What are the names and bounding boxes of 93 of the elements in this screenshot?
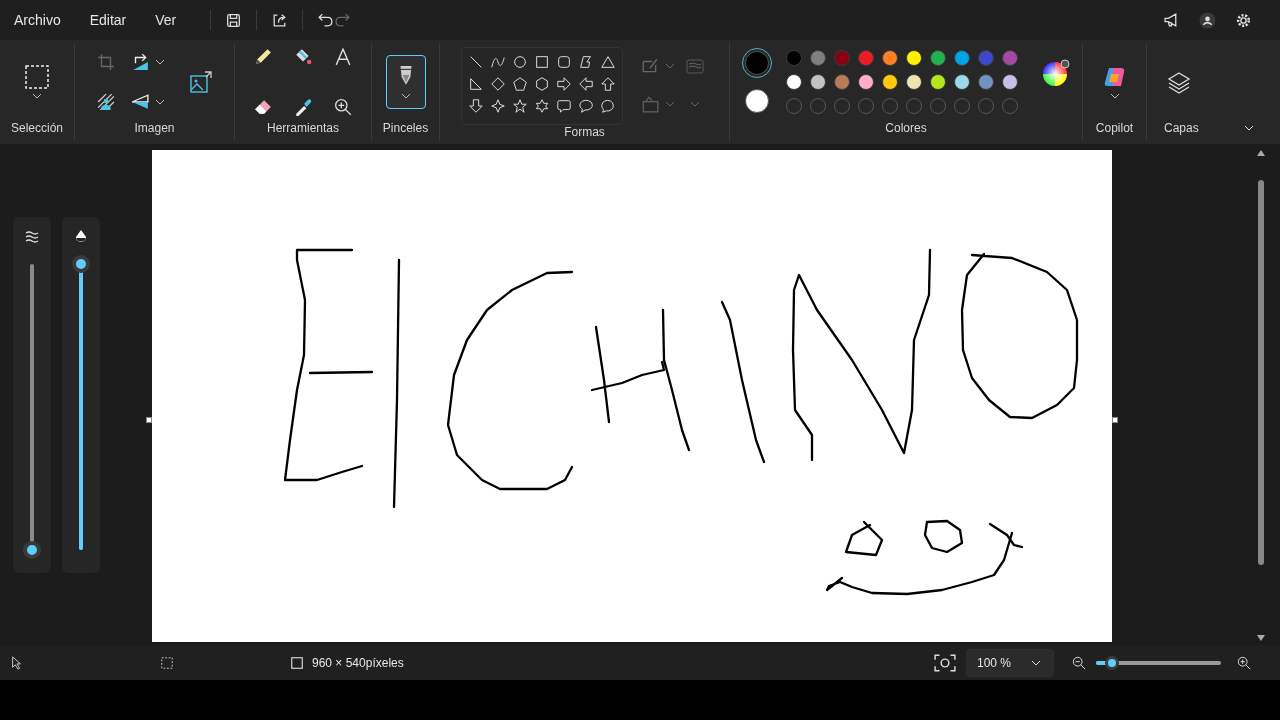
group-label: Capas [1164,121,1199,137]
layers-icon[interactable] [1167,70,1191,94]
stroke-size-icon [24,229,40,245]
down-arrow-shape-icon[interactable] [467,98,484,114]
cursor-icon [10,655,24,670]
triangle-shape-icon[interactable] [599,54,616,70]
crop-icon[interactable] [96,53,115,71]
chevron-down-icon[interactable] [1109,93,1120,99]
left-arrow-shape-icon[interactable] [577,76,594,92]
fill-bucket-icon[interactable] [294,48,312,66]
color-swatch[interactable] [882,50,898,66]
five-point-star-shape-icon[interactable] [511,98,528,114]
rectangle-shape-icon[interactable] [533,54,550,70]
menu-item[interactable]: Editar [89,12,127,28]
chevron-down-icon [400,93,411,99]
chevron-down-icon[interactable] [154,99,165,105]
slider-thumb[interactable] [23,541,41,559]
flip-icon[interactable] [130,93,149,111]
color-swatch[interactable] [930,50,946,66]
zoom-slider-thumb[interactable] [1105,655,1120,670]
color-swatch[interactable] [906,50,922,66]
scroll-down-icon[interactable] [1257,635,1265,641]
pentagon-shape-icon[interactable] [511,76,528,92]
color-swatch[interactable] [858,74,874,90]
slider-thumb[interactable] [72,255,90,273]
brushes-button[interactable] [385,55,426,109]
color-swatch[interactable] [906,74,922,90]
color-swatch[interactable] [834,50,850,66]
group-label: Colores [885,121,927,137]
selection-size-icon [160,655,174,670]
color-swatch[interactable] [954,74,970,90]
chevron-down-icon [1031,659,1041,666]
chevron-down-icon[interactable] [154,59,165,65]
menu-item[interactable]: Archivo [14,12,61,28]
diamond-shape-icon[interactable] [489,76,506,92]
zoom-in-icon[interactable] [1237,655,1251,670]
eyedropper-icon[interactable] [294,98,312,116]
group-label: Copilot [1095,121,1134,137]
rectangle-callout-shape-icon[interactable] [555,98,572,114]
account-icon[interactable] [1199,11,1216,29]
color-swatch[interactable] [834,74,850,90]
color-swatch[interactable] [810,74,826,90]
rectangle-select-icon[interactable] [25,65,49,89]
outline-icon[interactable] [640,57,659,75]
text-icon[interactable] [334,48,352,66]
group-label: Selección [11,121,63,137]
magnifier-icon[interactable] [334,98,352,116]
color-swatch[interactable] [930,74,946,90]
chevron-down-icon[interactable] [32,93,42,99]
eraser-icon[interactable] [254,98,272,116]
resize-handle[interactable] [1112,417,1118,423]
zoom-out-icon[interactable] [1072,655,1086,670]
fit-to-window-icon[interactable] [934,653,956,672]
rounded-rectangle-shape-icon[interactable] [555,54,572,70]
up-arrow-shape-icon[interactable] [599,76,616,92]
group-label: Formas [564,125,605,141]
group-label: Herramientas [267,121,339,137]
color-swatch[interactable] [882,74,898,90]
color-swatch[interactable] [1002,50,1018,66]
zoom-dropdown[interactable]: 100 % [966,648,1054,677]
scroll-up-icon[interactable] [1257,150,1265,156]
settings-icon[interactable] [1235,11,1252,29]
color-swatch[interactable] [978,74,994,90]
color-swatch[interactable] [810,50,826,66]
right-arrow-shape-icon[interactable] [555,76,572,92]
right-triangle-shape-icon[interactable] [467,76,484,92]
group-label: Imagen [134,121,175,137]
color-swatch[interactable] [1002,74,1018,90]
resize-image-icon[interactable] [188,70,213,94]
color-swatch[interactable] [858,50,874,66]
color-swatch[interactable] [786,74,802,90]
pencil-icon[interactable] [254,48,272,66]
four-point-star-shape-icon[interactable] [489,98,506,114]
oval-callout-shape-icon[interactable] [577,98,594,114]
opacity-drop-icon [73,229,89,245]
color-swatch[interactable] [786,50,802,66]
save-icon[interactable] [225,11,243,29]
copilot-logo-icon[interactable] [1102,65,1127,89]
six-point-star-shape-icon[interactable] [533,98,550,114]
resize-handle[interactable] [146,417,152,423]
canvas-size-text: 960 × 540píxeles [312,655,404,670]
oval-shape-icon[interactable] [511,54,528,70]
color-swatch[interactable] [954,50,970,66]
remove-background-icon[interactable] [96,93,115,111]
canvas-size-icon [290,655,304,670]
round-callout-shape-icon[interactable] [599,98,616,114]
color-swatch[interactable] [978,50,994,66]
undo-icon[interactable] [317,11,335,29]
polygon-shape-icon[interactable] [577,54,594,70]
menu-item[interactable]: Ver [155,12,177,28]
hexagon-shape-icon[interactable] [533,76,550,92]
group-label: Pinceles [382,121,429,137]
color-wheel-icon[interactable] [1042,59,1070,87]
